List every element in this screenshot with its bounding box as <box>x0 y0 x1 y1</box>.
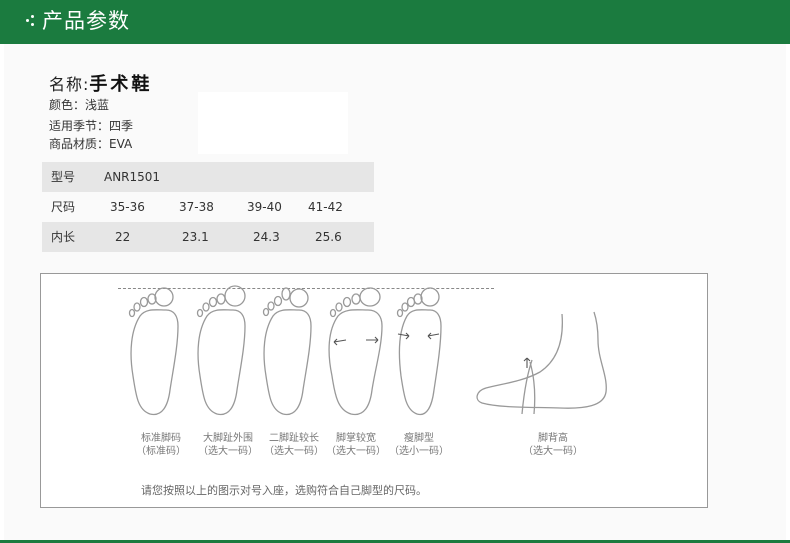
blank-area <box>198 92 348 154</box>
size-cell: 35-36 <box>110 200 145 214</box>
section-title: 产品参数 <box>42 9 130 33</box>
size-cell: 37-38 <box>179 200 214 214</box>
guide-item-hint: （选大一码） <box>523 446 583 457</box>
product-season: 适用季节：四季 <box>49 119 134 133</box>
guide-item-hint: （选小一码） <box>389 446 449 457</box>
row-label: 尺码 <box>51 200 76 214</box>
length-cell: 24.3 <box>253 230 280 244</box>
size-table: 型号 ANR1501 尺码 35-36 37-38 39-40 41-42 内长… <box>42 162 374 252</box>
product-color: 颜色：浅蓝 <box>49 98 110 112</box>
product-name-value: 手术鞋 <box>89 74 153 95</box>
foot-big-toe-icon <box>196 285 246 416</box>
foot-high-instep-icon <box>476 311 607 415</box>
table-row: 内长 22 23.1 24.3 25.6 <box>42 222 374 252</box>
size-cell: 39-40 <box>247 200 282 214</box>
product-name-label: 名称: <box>49 75 90 94</box>
guide-note: 请您按照以上的图示对号入座，选购符合自己脚型的尺码。 <box>141 484 427 497</box>
table-row: 尺码 35-36 37-38 39-40 41-42 <box>42 192 374 222</box>
foot-slim-icon <box>396 287 442 416</box>
table-row: 型号 ANR1501 <box>42 162 374 192</box>
guide-item: 瘦脚型 （选小一码） <box>374 432 464 458</box>
length-cell: 23.1 <box>182 230 209 244</box>
foot-second-toe-icon <box>262 287 312 416</box>
guide-item-title: 瘦脚型 <box>404 433 434 444</box>
model-value: ANR1501 <box>104 170 161 184</box>
guide-item-title: 脚背高 <box>538 433 568 444</box>
product-material: 商品材质：EVA <box>49 137 133 151</box>
size-cell: 41-42 <box>308 200 343 214</box>
foot-standard-icon <box>128 287 179 416</box>
length-cell: 22 <box>115 230 131 244</box>
guide-item: 脚背高 （选大一码） <box>508 432 598 458</box>
foot-wide-icon <box>328 287 383 416</box>
product-name: 名称:手术鞋 <box>49 70 152 96</box>
length-cell: 25.6 <box>315 230 342 244</box>
section-header: 产品参数 <box>0 0 790 44</box>
dots-icon <box>26 11 38 31</box>
row-label: 内长 <box>51 230 76 244</box>
row-label: 型号 <box>51 170 76 184</box>
